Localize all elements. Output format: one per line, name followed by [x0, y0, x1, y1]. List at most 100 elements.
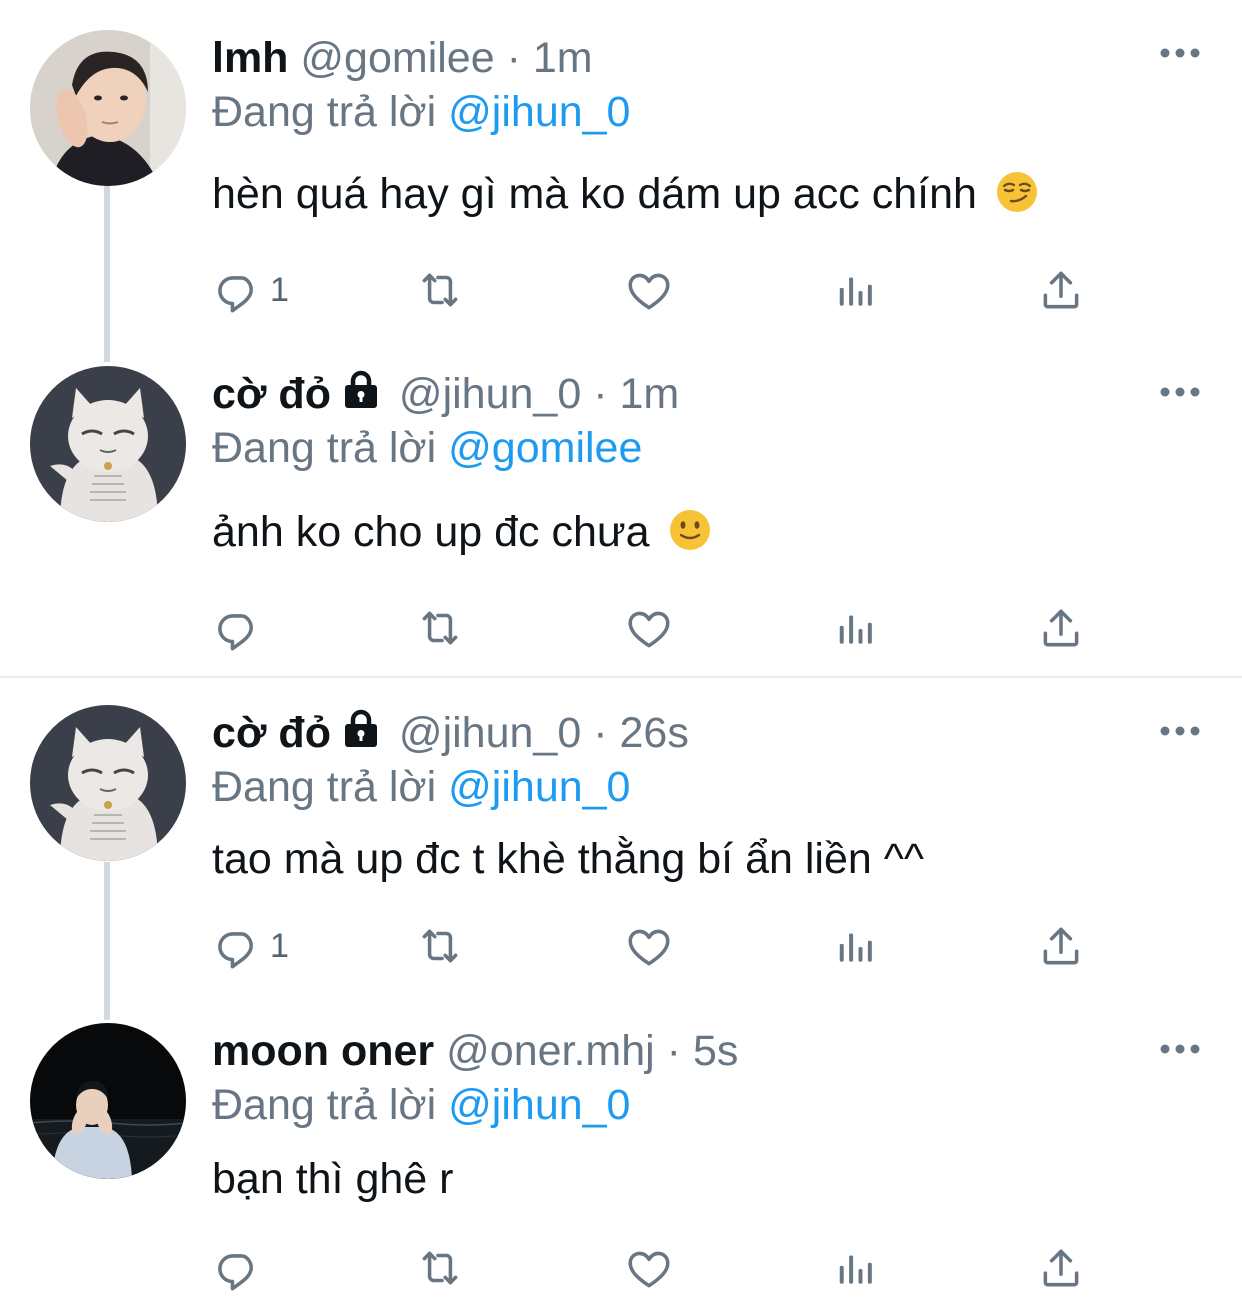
mention-link[interactable]: @jihun_0	[448, 763, 630, 811]
share-icon	[1036, 1243, 1086, 1293]
share-icon	[1036, 265, 1086, 315]
replying-to: Đang trả lời @jihun_0	[212, 1077, 630, 1133]
tweet-header: cờ đỏ @jihun_0 · 1m	[212, 366, 679, 422]
tweet-text-body: bạn thì ghê r	[212, 1155, 454, 1203]
share-button[interactable]	[1036, 260, 1086, 320]
tweet-header: lmh @gomilee · 1m	[212, 30, 593, 86]
avatar[interactable]	[30, 366, 186, 522]
timestamp[interactable]: 1m	[533, 34, 593, 82]
tweet-text: tao mà up đc t khè thằng bí ẩn liền ^^	[212, 831, 924, 887]
smirking-face-emoji	[995, 170, 1039, 214]
lock-icon	[341, 370, 381, 410]
display-name[interactable]: cờ đỏ	[212, 370, 331, 418]
display-name[interactable]: moon oner	[212, 1027, 434, 1075]
replying-to-label: Đang trả lời	[212, 424, 437, 472]
separator-dot: ·	[506, 34, 521, 82]
replying-to: Đang trả lời @gomilee	[212, 420, 642, 476]
share-button[interactable]	[1036, 598, 1086, 658]
separator-dot: ·	[593, 370, 608, 418]
analytics-icon	[831, 1243, 881, 1293]
replying-to: Đang trả lời @jihun_0	[212, 759, 630, 815]
reply-icon	[212, 1243, 262, 1293]
thread-line	[104, 186, 110, 362]
like-icon	[624, 265, 674, 315]
replying-to-label: Đang trả lời	[212, 1081, 437, 1129]
reply-button[interactable]: 1	[212, 916, 289, 976]
thread-divider	[0, 676, 1242, 678]
analytics-icon	[831, 265, 881, 315]
like-button[interactable]	[624, 916, 674, 976]
analytics-icon	[831, 921, 881, 971]
action-bar	[212, 598, 1092, 658]
thread-line	[104, 862, 110, 1020]
like-button[interactable]	[624, 260, 674, 320]
tweet-text-body: tao mà up đc t khè thằng bí ẩn liền ^^	[212, 835, 925, 883]
like-button[interactable]	[624, 598, 674, 658]
analytics-button[interactable]	[831, 598, 881, 658]
timestamp[interactable]: 1m	[620, 370, 680, 418]
retweet-icon	[415, 603, 465, 653]
lock-icon	[341, 709, 381, 749]
separator-dot: ·	[593, 709, 608, 757]
share-icon	[1036, 921, 1086, 971]
avatar[interactable]	[30, 1023, 186, 1179]
timestamp[interactable]: 5s	[693, 1027, 738, 1075]
reply-count: 1	[270, 926, 289, 965]
tweet-text: ảnh ko cho up đc chưa	[212, 504, 712, 560]
action-bar: 1	[212, 916, 1092, 976]
separator-dot: ·	[666, 1027, 681, 1075]
mention-link[interactable]: @jihun_0	[448, 88, 630, 136]
like-button[interactable]	[624, 1238, 674, 1298]
reply-icon	[212, 265, 262, 315]
reply-button[interactable]	[212, 598, 270, 658]
more-icon[interactable]	[1158, 1039, 1202, 1059]
user-handle[interactable]: @jihun_0	[399, 709, 581, 757]
replying-to-label: Đang trả lời	[212, 763, 437, 811]
replying-to-label: Đang trả lời	[212, 88, 437, 136]
retweet-button[interactable]	[415, 260, 465, 320]
reply-icon	[212, 603, 262, 653]
reply-button[interactable]	[212, 1238, 270, 1298]
tweet-text-body: hèn quá hay gì mà ko dám up acc chính	[212, 170, 977, 218]
reply-count: 1	[270, 270, 289, 309]
retweet-button[interactable]	[415, 916, 465, 976]
mention-link[interactable]: @gomilee	[448, 424, 642, 472]
avatar[interactable]	[30, 705, 186, 861]
slightly-smiling-face-emoji	[668, 508, 712, 552]
user-handle[interactable]: @jihun_0	[399, 370, 581, 418]
share-button[interactable]	[1036, 916, 1086, 976]
tweet-text: bạn thì ghê r	[212, 1151, 453, 1207]
retweet-button[interactable]	[415, 1238, 465, 1298]
avatar[interactable]	[30, 30, 186, 186]
more-icon[interactable]	[1158, 721, 1202, 741]
tweet-text-body: ảnh ko cho up đc chưa	[212, 508, 650, 556]
display-name[interactable]: lmh	[212, 34, 288, 82]
retweet-icon	[415, 265, 465, 315]
analytics-icon	[831, 603, 881, 653]
share-button[interactable]	[1036, 1238, 1086, 1298]
more-icon[interactable]	[1158, 382, 1202, 402]
timestamp[interactable]: 26s	[620, 709, 689, 757]
reply-button[interactable]: 1	[212, 260, 289, 320]
retweet-icon	[415, 921, 465, 971]
display-name[interactable]: cờ đỏ	[212, 709, 331, 757]
action-bar: 1	[212, 260, 1092, 320]
user-handle[interactable]: @gomilee	[300, 34, 494, 82]
action-bar	[212, 1238, 1092, 1298]
like-icon	[624, 603, 674, 653]
analytics-button[interactable]	[831, 1238, 881, 1298]
tweet-header: moon oner @oner.mhj · 5s	[212, 1023, 738, 1079]
tweet-header: cờ đỏ @jihun_0 · 26s	[212, 705, 689, 761]
share-icon	[1036, 603, 1086, 653]
more-icon[interactable]	[1158, 43, 1202, 63]
mention-link[interactable]: @jihun_0	[448, 1081, 630, 1129]
user-handle[interactable]: @oner.mhj	[446, 1027, 655, 1075]
tweet-text: hèn quá hay gì mà ko dám up acc chính	[212, 166, 1039, 222]
like-icon	[624, 1243, 674, 1293]
retweet-button[interactable]	[415, 598, 465, 658]
analytics-button[interactable]	[831, 260, 881, 320]
retweet-icon	[415, 1243, 465, 1293]
like-icon	[624, 921, 674, 971]
replying-to: Đang trả lời @jihun_0	[212, 84, 630, 140]
analytics-button[interactable]	[831, 916, 881, 976]
